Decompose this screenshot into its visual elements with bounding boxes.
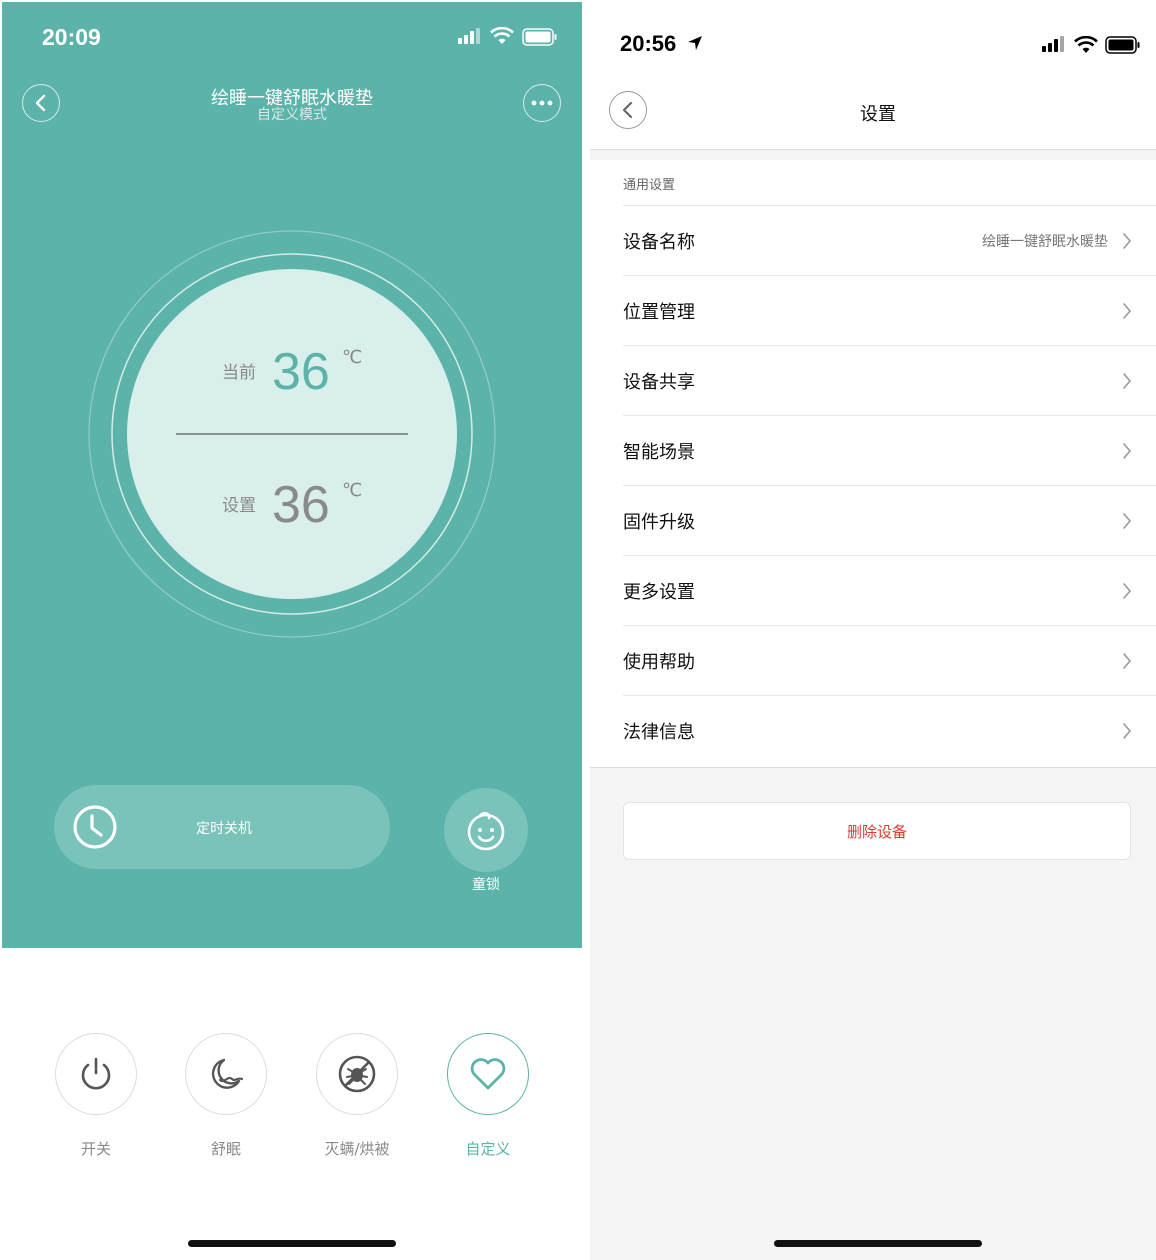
custom-label: 自定义: [465, 1140, 511, 1158]
mite-dry-label: 灭螨/烘被: [324, 1140, 390, 1158]
settings-row-label: 固件升级: [623, 512, 695, 533]
delete-device-button[interactable]: 删除设备: [623, 802, 1131, 860]
chevron-right-icon: [1122, 513, 1132, 533]
current-temp-unit: ℃: [342, 347, 363, 368]
settings-row-label: 法律信息: [623, 722, 695, 743]
more-dots-icon: [531, 100, 553, 106]
set-temp-unit: ℃: [342, 480, 363, 501]
chevron-right-icon: [1122, 583, 1132, 603]
power-icon: [77, 1055, 115, 1093]
timer-label: 定时关机: [196, 821, 252, 837]
settings-row[interactable]: 设备名称 绘睡一键舒眠水暖垫: [623, 205, 1156, 275]
settings-row[interactable]: 设备共享: [623, 345, 1156, 415]
settings-row-label: 智能场景: [623, 442, 695, 463]
sleep-label: 舒眠: [210, 1140, 241, 1158]
temperature-dial: [88, 230, 496, 638]
settings-row-label: 设备名称: [623, 232, 695, 253]
signal-icon: [458, 28, 482, 50]
settings-row-value: 绘睡一键舒眠水暖垫: [982, 234, 1108, 250]
chevron-right-icon: [1122, 303, 1132, 323]
clock-icon: [72, 804, 118, 854]
power-label: 开关: [80, 1140, 111, 1158]
page-title: 设置: [860, 104, 896, 125]
home-indicator[interactable]: [774, 1240, 982, 1247]
location-arrow-icon: [687, 35, 703, 55]
home-indicator[interactable]: [188, 1240, 396, 1247]
settings-row[interactable]: 位置管理: [623, 275, 1156, 345]
set-temp-label: 设置: [222, 496, 256, 516]
power-button[interactable]: [55, 1033, 137, 1115]
signal-icon: [1042, 36, 1066, 58]
mode-subtitle: 自定义模式: [257, 107, 327, 123]
settings-row-label: 使用帮助: [623, 652, 695, 673]
mite-dry-button[interactable]: [316, 1033, 398, 1115]
more-button[interactable]: [523, 84, 561, 122]
settings-row-label: 设备共享: [623, 372, 695, 393]
chevron-right-icon: [1122, 373, 1132, 393]
chevron-right-icon: [1122, 233, 1132, 253]
child-lock-label: 童锁: [472, 877, 500, 893]
list-bottom-divider: [590, 767, 1156, 768]
settings-row[interactable]: 使用帮助: [623, 625, 1156, 695]
section-header: 通用设置: [623, 178, 676, 193]
right-screen: 20:56 设置 通用设置 设备名称 绘睡一键舒眠水暖垫位置管理设备共享智能场景固…: [590, 0, 1156, 1260]
status-time: 20:56: [620, 31, 677, 56]
current-temp-value: 36: [272, 343, 330, 401]
settings-header: [590, 0, 1156, 150]
battery-icon: [1105, 36, 1141, 58]
baby-face-icon: [463, 807, 509, 853]
set-temp-value: 36: [272, 476, 330, 534]
settings-row[interactable]: 更多设置: [623, 555, 1156, 625]
current-temp-label: 当前: [222, 363, 256, 383]
settings-row[interactable]: 智能场景: [623, 415, 1156, 485]
header-divider: [590, 149, 1156, 150]
chevron-right-icon: [1122, 723, 1132, 743]
wifi-icon: [1074, 35, 1098, 58]
custom-button[interactable]: [447, 1033, 529, 1115]
left-screen: 20:09 绘睡一键舒眠水暖垫 自定义模式 当前 36 ℃ 设置 36 ℃ 定时…: [2, 2, 582, 1260]
wifi-icon: [490, 26, 514, 49]
battery-icon: [522, 28, 558, 50]
settings-row-label: 位置管理: [623, 302, 695, 323]
settings-row-label: 更多设置: [623, 582, 695, 603]
heart-icon: [468, 1056, 508, 1092]
sleep-button[interactable]: [185, 1033, 267, 1115]
child-lock-button[interactable]: [444, 788, 528, 872]
settings-row[interactable]: 法律信息: [623, 695, 1156, 765]
chevron-right-icon: [1122, 653, 1132, 673]
status-time: 20:09: [42, 24, 101, 50]
settings-row[interactable]: 固件升级: [623, 485, 1156, 555]
timer-off-button[interactable]: 定时关机: [54, 785, 390, 869]
settings-list: 通用设置 设备名称 绘睡一键舒眠水暖垫位置管理设备共享智能场景固件升级更多设置使用…: [590, 160, 1156, 768]
moon-icon: [206, 1055, 246, 1093]
chevron-right-icon: [1122, 443, 1132, 463]
bug-icon: [337, 1054, 377, 1094]
